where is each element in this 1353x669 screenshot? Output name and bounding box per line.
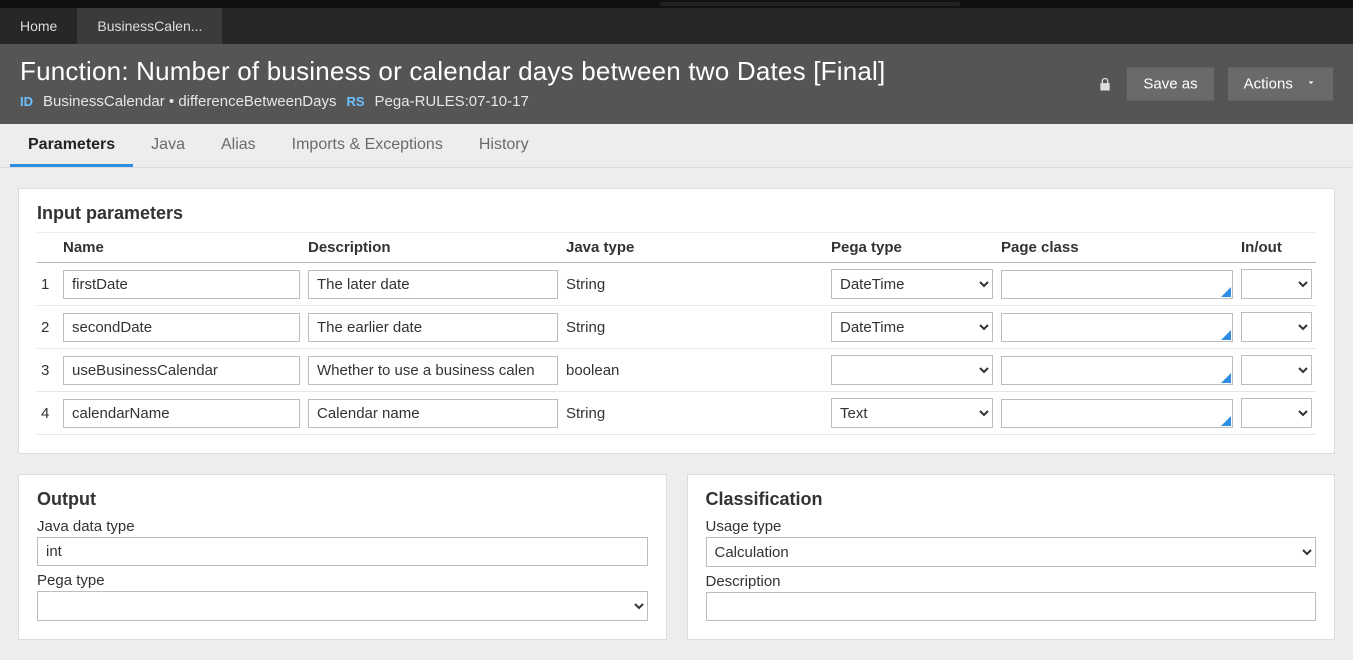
tab-history[interactable]: History	[461, 124, 547, 167]
tab-current-rule[interactable]: BusinessCalen...	[77, 8, 222, 44]
param-page-class-input[interactable]	[1001, 399, 1233, 428]
param-inout-select[interactable]	[1241, 269, 1312, 299]
col-page-class: Page class	[997, 233, 1237, 263]
rule-form-tabs: Parameters Java Alias Imports & Exceptio…	[0, 124, 1353, 168]
param-name-input[interactable]	[63, 270, 300, 299]
table-row: 1 StringDateTime	[37, 263, 1316, 306]
resize-handle-icon[interactable]	[1221, 330, 1231, 340]
input-parameters-table: Name Description Java type Pega type Pag…	[37, 232, 1316, 435]
param-pega-type-select[interactable]	[831, 355, 993, 385]
param-name-input[interactable]	[63, 399, 300, 428]
param-name-input[interactable]	[63, 313, 300, 342]
param-description-input[interactable]	[308, 356, 558, 385]
row-index: 3	[37, 349, 59, 392]
param-description-input[interactable]	[308, 313, 558, 342]
rs-label: RS	[346, 94, 364, 109]
classification-description-input[interactable]	[706, 592, 1317, 621]
param-page-class-input[interactable]	[1001, 313, 1233, 342]
usage-type-label: Usage type	[706, 518, 1317, 535]
app-tabs: Home BusinessCalen...	[0, 8, 1353, 44]
classification-description-label: Description	[706, 573, 1317, 590]
actions-label: Actions	[1244, 76, 1293, 93]
rs-value: Pega-RULES:07-10-17	[375, 93, 529, 110]
param-java-type: String	[562, 263, 827, 306]
row-index: 2	[37, 306, 59, 349]
global-search-remnant[interactable]	[660, 2, 960, 6]
actions-button[interactable]: Actions	[1228, 68, 1333, 101]
param-java-type: String	[562, 306, 827, 349]
table-row: 3 boolean	[37, 349, 1316, 392]
classification-panel: Classification Usage type Calculation De…	[687, 474, 1336, 640]
tab-home[interactable]: Home	[0, 8, 77, 44]
chevron-down-icon	[1305, 77, 1317, 89]
resize-handle-icon[interactable]	[1221, 373, 1231, 383]
tab-imports-exceptions[interactable]: Imports & Exceptions	[274, 124, 461, 167]
row-index: 4	[37, 392, 59, 435]
param-pega-type-select[interactable]: Text	[831, 398, 993, 428]
param-java-type: boolean	[562, 349, 827, 392]
row-index: 1	[37, 263, 59, 306]
param-java-type: String	[562, 392, 827, 435]
param-page-class-input[interactable]	[1001, 270, 1233, 299]
input-parameters-title: Input parameters	[37, 203, 1316, 224]
output-title: Output	[37, 489, 648, 510]
usage-type-select[interactable]: Calculation	[706, 537, 1317, 567]
param-name-input[interactable]	[63, 356, 300, 385]
output-panel: Output Java data type Pega type	[18, 474, 667, 640]
param-page-class-input[interactable]	[1001, 356, 1233, 385]
resize-handle-icon[interactable]	[1221, 287, 1231, 297]
lock-icon	[1097, 75, 1113, 93]
param-description-input[interactable]	[308, 399, 558, 428]
save-as-button[interactable]: Save as	[1127, 68, 1213, 101]
output-pega-type-select[interactable]	[37, 591, 648, 621]
java-data-type-input[interactable]	[37, 537, 648, 566]
col-name: Name	[59, 233, 304, 263]
output-pega-type-label: Pega type	[37, 572, 648, 589]
param-inout-select[interactable]	[1241, 355, 1312, 385]
tab-alias[interactable]: Alias	[203, 124, 274, 167]
id-value: BusinessCalendar • differenceBetweenDays	[43, 93, 336, 110]
content-area: Input parameters Name Description Java t…	[0, 168, 1353, 660]
param-inout-select[interactable]	[1241, 312, 1312, 342]
tab-parameters[interactable]: Parameters	[10, 124, 133, 167]
param-inout-select[interactable]	[1241, 398, 1312, 428]
col-in-out: In/out	[1237, 233, 1316, 263]
param-pega-type-select[interactable]: DateTime	[831, 312, 993, 342]
top-system-bar	[0, 0, 1353, 8]
table-row: 4 StringText	[37, 392, 1316, 435]
classification-title: Classification	[706, 489, 1317, 510]
rule-header: Function: Number of business or calendar…	[0, 44, 1353, 124]
tab-java[interactable]: Java	[133, 124, 203, 167]
input-parameters-panel: Input parameters Name Description Java t…	[18, 188, 1335, 454]
col-description: Description	[304, 233, 562, 263]
param-pega-type-select[interactable]: DateTime	[831, 269, 993, 299]
param-description-input[interactable]	[308, 270, 558, 299]
table-row: 2 StringDateTime	[37, 306, 1316, 349]
resize-handle-icon[interactable]	[1221, 416, 1231, 426]
col-pega-type: Pega type	[827, 233, 997, 263]
java-data-type-label: Java data type	[37, 518, 648, 535]
id-label: ID	[20, 94, 33, 109]
col-java-type: Java type	[562, 233, 827, 263]
